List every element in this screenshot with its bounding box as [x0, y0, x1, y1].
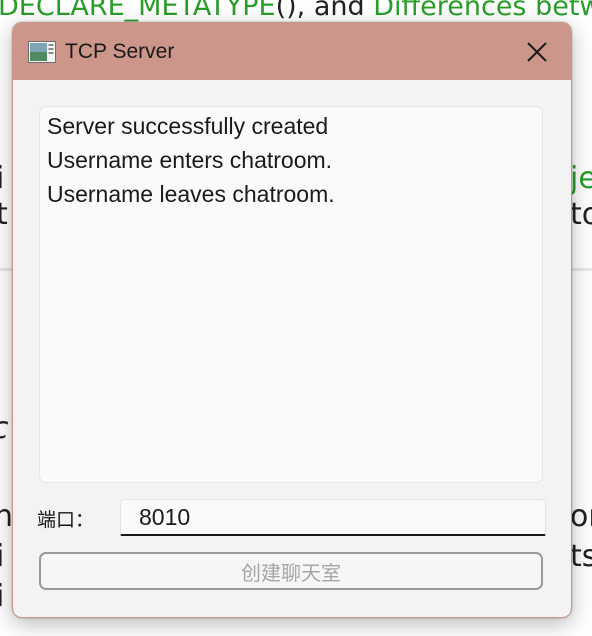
close-button[interactable] — [503, 23, 571, 80]
title-bar[interactable]: TCP Server — [13, 23, 571, 80]
chat-log-textarea[interactable]: Server successfully created Username ent… — [39, 106, 543, 483]
log-line: Server successfully created — [47, 113, 329, 139]
log-line: Username enters chatroom. — [47, 147, 333, 173]
background-heading: DECLARE_METATYPE(), and Differences betw — [0, 0, 592, 24]
port-label: 端口： — [37, 509, 95, 531]
window-title: TCP Server — [65, 40, 175, 63]
background-text-fragment: i — [0, 161, 5, 196]
background-link-fragment[interactable]: je — [570, 162, 592, 196]
background-text: (), and — [275, 0, 374, 22]
port-input[interactable] — [121, 500, 545, 534]
background-text-fragment: ts — [570, 539, 592, 574]
create-chatroom-button[interactable]: 创建聊天室 — [39, 552, 543, 590]
background-link[interactable]: Differences betw — [373, 0, 592, 22]
background-text-fragment: on — [570, 499, 592, 534]
background-text-fragment: t — [0, 197, 8, 232]
port-input-container — [120, 499, 546, 536]
background-text-fragment: to — [570, 197, 592, 232]
log-line: Username leaves chatroom. — [47, 181, 335, 207]
background-text-fragment: c — [0, 412, 9, 446]
tcp-server-window: TCP Server Server successfully created U… — [12, 22, 572, 618]
close-icon — [527, 41, 547, 62]
background-link[interactable]: DECLARE_METATYPE — [0, 0, 276, 22]
app-icon — [28, 41, 56, 63]
background-text-fragment: i — [0, 579, 5, 614]
background-text-fragment: i — [0, 539, 5, 574]
